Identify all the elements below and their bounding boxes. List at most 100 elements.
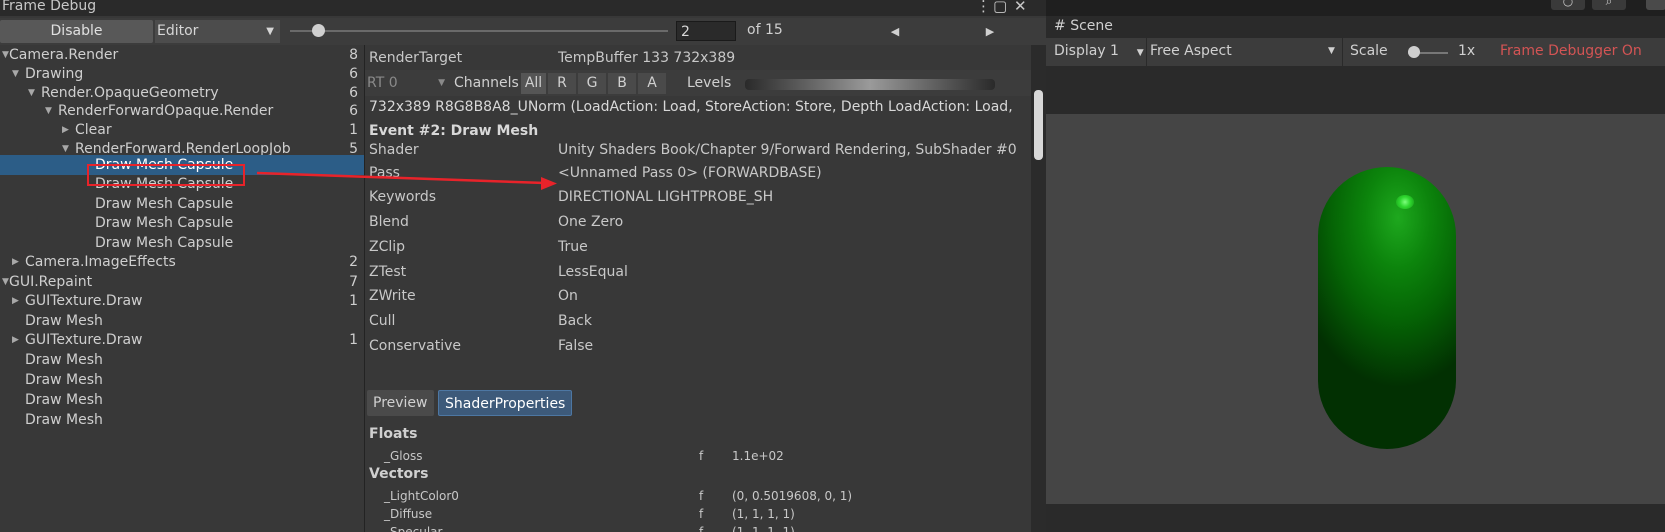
prop-value: (1, 1, 1, 1): [732, 507, 795, 521]
frame-total-label: of 15: [747, 22, 783, 38]
collapsed-arrow-icon[interactable]: ▶: [12, 330, 19, 350]
settings-icon[interactable]: ○: [1551, 0, 1585, 10]
prop-value: Back: [558, 313, 592, 329]
tree-item-count: 7: [349, 274, 358, 290]
tree-item-drawing[interactable]: ▼ Drawing 6: [0, 64, 364, 84]
search-icon[interactable]: ⌕: [1592, 0, 1626, 10]
display-select[interactable]: Display 1 ▼: [1054, 43, 1144, 59]
scene-tab-bar: # Scene: [1046, 16, 1665, 38]
prop-type: f: [699, 489, 704, 503]
expanded-arrow-icon[interactable]: ▼: [2, 272, 9, 292]
tree-item-label: GUITexture.Draw: [25, 332, 143, 348]
prop-name: _Specular: [384, 525, 443, 532]
aspect-select[interactable]: Free Aspect: [1150, 43, 1232, 59]
window-title-bar: Frame Debug ⋮ ▢ ✕: [0, 0, 1046, 16]
channel-all-button[interactable]: All: [521, 73, 546, 94]
tree-item-draw-mesh-capsule[interactable]: Draw Mesh Capsule: [0, 233, 364, 253]
tree-item-render-opaque-geometry[interactable]: ▼ Render.OpaqueGeometry 6: [0, 83, 364, 103]
prop-value: False: [558, 338, 594, 354]
frame-slider-thumb[interactable]: [312, 24, 325, 37]
target-select[interactable]: Editor ▼: [155, 20, 280, 43]
tree-item-draw-mesh[interactable]: Draw Mesh: [0, 350, 364, 370]
tab-shader-properties[interactable]: ShaderProperties: [438, 390, 573, 416]
details-scrollbar-thumb[interactable]: [1034, 90, 1043, 160]
target-select-value: Editor: [157, 23, 199, 39]
prop-key: ZTest: [369, 264, 407, 280]
tree-item-draw-mesh-capsule[interactable]: Draw Mesh Capsule: [0, 194, 364, 214]
prop-key: Keywords: [369, 189, 437, 205]
collapsed-arrow-icon[interactable]: ▶: [12, 291, 19, 311]
prop-value: DIRECTIONAL LIGHTPROBE_SH: [558, 189, 774, 205]
channel-a-button[interactable]: A: [638, 73, 666, 94]
toolbar-divider: [1146, 38, 1147, 66]
tree-item-draw-mesh[interactable]: Draw Mesh: [0, 311, 364, 331]
scale-slider-thumb[interactable]: [1408, 46, 1420, 58]
tree-item-label: Draw Mesh: [25, 412, 103, 428]
more-options-icon[interactable]: ⋮: [976, 0, 991, 15]
chevron-down-icon: ▼: [1328, 46, 1335, 56]
tab-preview[interactable]: Preview: [367, 390, 434, 416]
scene-toolbar: Display 1 ▼ Free Aspect ▼ Scale 1x Frame…: [1046, 38, 1665, 67]
rt-select[interactable]: RT 0 ▼: [367, 73, 449, 93]
expanded-arrow-icon[interactable]: ▼: [2, 45, 9, 65]
prop-row-zwrite: ZWrite On: [365, 285, 1031, 307]
tree-item-draw-mesh[interactable]: Draw Mesh: [0, 370, 364, 390]
prop-row-ztest: ZTest LessEqual: [365, 261, 1031, 283]
prop-value: Unity Shaders Book/Chapter 9/Forward Ren…: [558, 142, 1017, 158]
prop-key: Cull: [369, 313, 396, 329]
levels-range-slider[interactable]: [745, 79, 995, 90]
expanded-arrow-icon[interactable]: ▼: [12, 64, 19, 84]
channel-b-button[interactable]: B: [608, 73, 636, 94]
tree-item-label: Draw Mesh Capsule: [95, 235, 234, 251]
layers-button[interactable]: [1646, 0, 1665, 10]
tree-item-label: Drawing: [25, 65, 84, 82]
shader-prop-row: _Specular f (1, 1, 1, 1): [365, 523, 1031, 532]
expanded-arrow-icon[interactable]: ▼: [28, 83, 35, 103]
tree-item-camera-render[interactable]: ▼ Camera.Render 8: [0, 45, 364, 65]
scene-tab[interactable]: # Scene: [1054, 18, 1113, 34]
levels-label: Levels: [687, 75, 732, 91]
prop-row-conservative: Conservative False: [365, 335, 1031, 357]
annotation-highlight-box: [87, 164, 245, 186]
prop-row-pass: Pass <Unnamed Pass 0> (FORWARDBASE): [365, 162, 1031, 184]
prop-key: ZClip: [369, 239, 406, 255]
prop-row-zclip: ZClip True: [365, 236, 1031, 258]
tree-item-clear[interactable]: ▶ Clear 1: [0, 120, 364, 140]
tree-item-draw-mesh-capsule[interactable]: Draw Mesh Capsule: [0, 213, 364, 233]
render-target-key: RenderTarget: [369, 50, 463, 66]
chevron-down-icon: ▼: [1136, 48, 1144, 58]
event-title: Event #2: Draw Mesh: [369, 123, 539, 139]
prop-key: Shader: [369, 142, 419, 158]
expanded-arrow-icon[interactable]: ▼: [45, 101, 52, 121]
frame-slider-track[interactable]: [290, 30, 668, 32]
maximize-icon[interactable]: ▢: [993, 0, 1007, 15]
next-frame-button[interactable]: ▶: [925, 20, 1046, 43]
tree-item-count: 1: [349, 293, 358, 309]
collapsed-arrow-icon[interactable]: ▶: [62, 120, 69, 140]
collapsed-arrow-icon[interactable]: ▶: [12, 252, 19, 272]
tree-item-render-forward-opaque[interactable]: ▼ RenderForwardOpaque.Render 6: [0, 101, 364, 121]
prop-value: 1.1e+02: [732, 449, 784, 463]
tree-item-gui-repaint[interactable]: ▼ GUI.Repaint 7: [0, 272, 364, 292]
tree-item-draw-mesh[interactable]: Draw Mesh: [0, 390, 364, 410]
prop-type: f: [699, 507, 704, 521]
tree-item-gui-texture-draw[interactable]: ▶ GUITexture.Draw 1: [0, 291, 364, 311]
prop-name: _Gloss: [384, 449, 423, 463]
tree-item-count: 8: [349, 47, 358, 63]
tree-item-draw-mesh[interactable]: Draw Mesh: [0, 410, 364, 430]
render-target-info: 732x389 R8G8B8A8_UNorm (LoadAction: Load…: [369, 99, 1013, 115]
prop-value: (1, 1, 1, 1): [732, 525, 795, 532]
tree-item-camera-image-effects[interactable]: ▶ Camera.ImageEffects 2: [0, 252, 364, 272]
prop-key: Pass: [369, 165, 400, 181]
prop-value: On: [558, 288, 578, 304]
frame-number-input[interactable]: 2: [676, 21, 736, 41]
prop-name: _Diffuse: [384, 507, 433, 521]
prop-value: (0, 0.5019608, 0, 1): [732, 489, 853, 503]
close-icon[interactable]: ✕: [1014, 0, 1027, 15]
event-details-panel: RenderTarget TempBuffer 133 732x389 RT 0…: [365, 45, 1031, 532]
disable-button[interactable]: Disable: [0, 20, 153, 43]
channel-g-button[interactable]: G: [578, 73, 606, 94]
prop-name: _LightColor0: [384, 489, 459, 503]
tree-item-gui-texture-draw[interactable]: ▶ GUITexture.Draw 1: [0, 330, 364, 350]
channel-r-button[interactable]: R: [548, 73, 576, 94]
